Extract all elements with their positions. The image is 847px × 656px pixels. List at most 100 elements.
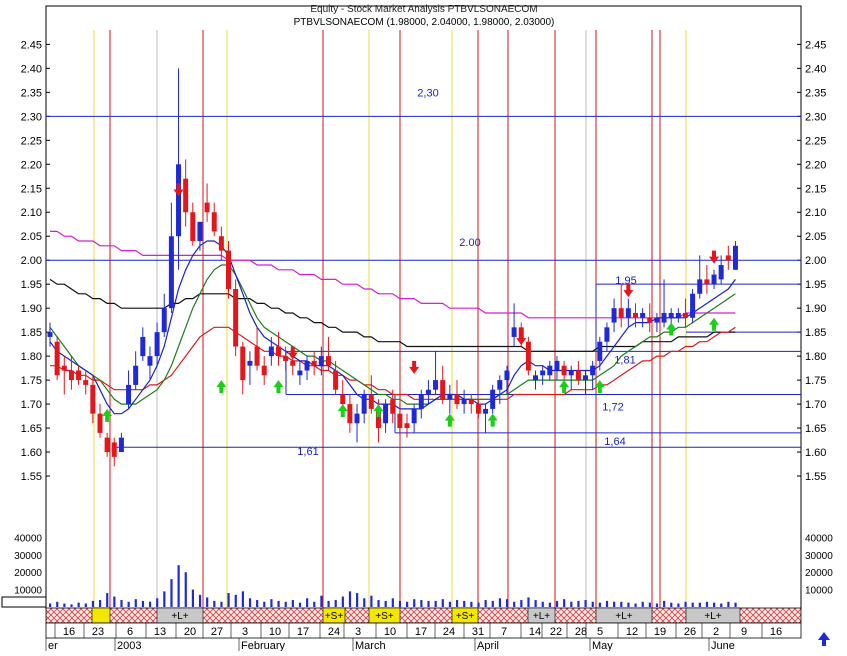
y-tick-label-right: 2.15	[805, 183, 826, 195]
candle-body	[247, 360, 253, 366]
candle-body	[76, 370, 82, 381]
day-label: 28	[575, 626, 587, 638]
volume-bar	[727, 601, 730, 607]
candle-body	[368, 394, 374, 409]
candle-body	[218, 236, 224, 251]
y-tick-label-right: 1.55	[805, 471, 826, 483]
volume-bar	[463, 600, 466, 607]
candle-body	[154, 332, 160, 357]
volume-bar	[284, 601, 287, 607]
y-tick-label-left: 1.65	[21, 423, 42, 435]
candle-body	[161, 308, 167, 333]
volume-bar	[163, 591, 166, 607]
candle-body	[568, 370, 574, 376]
candle-body	[118, 437, 124, 453]
volume-bar	[605, 600, 609, 607]
candle-body	[90, 384, 96, 414]
y-tick-label-left: 2.25	[21, 135, 42, 147]
candle-body	[418, 394, 424, 409]
y-tick-label-right: 1.80	[805, 351, 826, 363]
volume-bar	[448, 601, 452, 607]
y-tick-label-left: 2.30	[21, 111, 42, 123]
candle-body	[697, 279, 703, 294]
strip-signal-label: +L+	[171, 611, 188, 622]
candle-body	[725, 255, 731, 261]
volume-bar	[541, 601, 544, 607]
candle-body	[333, 370, 339, 390]
volume-bar	[213, 600, 216, 607]
y-tick-label-right: 2.20	[805, 159, 826, 171]
volume-tick-label-right: 10000	[805, 586, 833, 597]
strip-segment	[91, 607, 111, 624]
volume-bar	[291, 600, 294, 607]
day-label: 27	[211, 626, 223, 638]
level-label: 1,72	[602, 401, 623, 413]
candle-body	[133, 365, 139, 385]
candle-body	[176, 164, 182, 237]
volume-bar	[106, 593, 109, 607]
y-tick-label-left: 1.55	[21, 471, 42, 483]
volume-bar	[334, 600, 337, 607]
candle-body	[640, 312, 646, 318]
candle-body	[68, 370, 74, 381]
volume-bar	[377, 600, 380, 607]
candle-body	[404, 423, 410, 429]
volume-bar	[548, 602, 551, 607]
candle-body	[97, 413, 103, 433]
volume-bar	[277, 600, 280, 607]
volume-bar	[677, 603, 680, 607]
volume-bar	[663, 600, 666, 607]
volume-bar	[477, 602, 480, 607]
candle-body	[147, 356, 153, 366]
day-label: 24	[328, 626, 340, 638]
candle-body	[204, 202, 210, 213]
volume-bar	[348, 591, 352, 607]
candle-body	[233, 288, 239, 347]
volume-bar	[413, 599, 416, 607]
day-label: 9	[741, 626, 747, 638]
volume-bar	[591, 601, 594, 607]
volume-tick-label-left: 30000	[14, 551, 42, 562]
y-tick-label-right: 2.45	[805, 39, 826, 51]
volume-bar	[370, 595, 373, 607]
volume-bar	[227, 593, 230, 607]
candle-body	[454, 394, 460, 405]
y-tick-label-right: 2.30	[805, 111, 826, 123]
chart-window: 1.55 1.55 1.60 1.60 1.65 1.65 1.70 1.70 1.75 1.75…	[0, 0, 847, 652]
candle-body	[83, 380, 89, 385]
y-tick-label-right: 2.00	[805, 255, 826, 267]
volume-bar	[327, 600, 330, 607]
candle-body	[425, 389, 431, 395]
volume-bar	[420, 600, 423, 607]
volume-bar	[98, 600, 102, 607]
candle-body	[397, 413, 403, 429]
y-tick-label-left: 1.85	[21, 327, 42, 339]
volume-bar	[341, 596, 344, 607]
volume-bar	[56, 601, 59, 607]
day-label: 2	[713, 626, 719, 638]
level-label: 2,30	[417, 87, 438, 99]
month-label: June	[711, 640, 735, 651]
volume-bar	[391, 598, 394, 607]
volume-bar	[70, 604, 73, 607]
volume-bar	[527, 597, 530, 607]
candle-body	[654, 317, 660, 323]
candle-body	[475, 404, 481, 414]
volume-bar	[313, 601, 316, 607]
volume-bar	[77, 602, 80, 607]
day-label: 3	[242, 626, 248, 638]
volume-bar	[63, 603, 66, 607]
y-tick-label-left: 2.40	[21, 63, 42, 75]
strip-signal-label: +S+	[375, 611, 394, 622]
volume-bar	[156, 598, 159, 607]
candle-body	[183, 178, 189, 213]
candle-body	[390, 399, 396, 414]
chart-header-line2: PTBVLSONAECOM (1.98000, 2.04000, 1.98000…	[294, 17, 555, 28]
volume-bar	[298, 602, 302, 607]
candle-body	[126, 384, 132, 405]
day-label: 17	[297, 626, 309, 638]
y-tick-label-left: 1.80	[21, 351, 42, 363]
candle-body	[704, 279, 710, 285]
day-label: 10	[269, 626, 281, 638]
candle-body	[140, 336, 146, 357]
